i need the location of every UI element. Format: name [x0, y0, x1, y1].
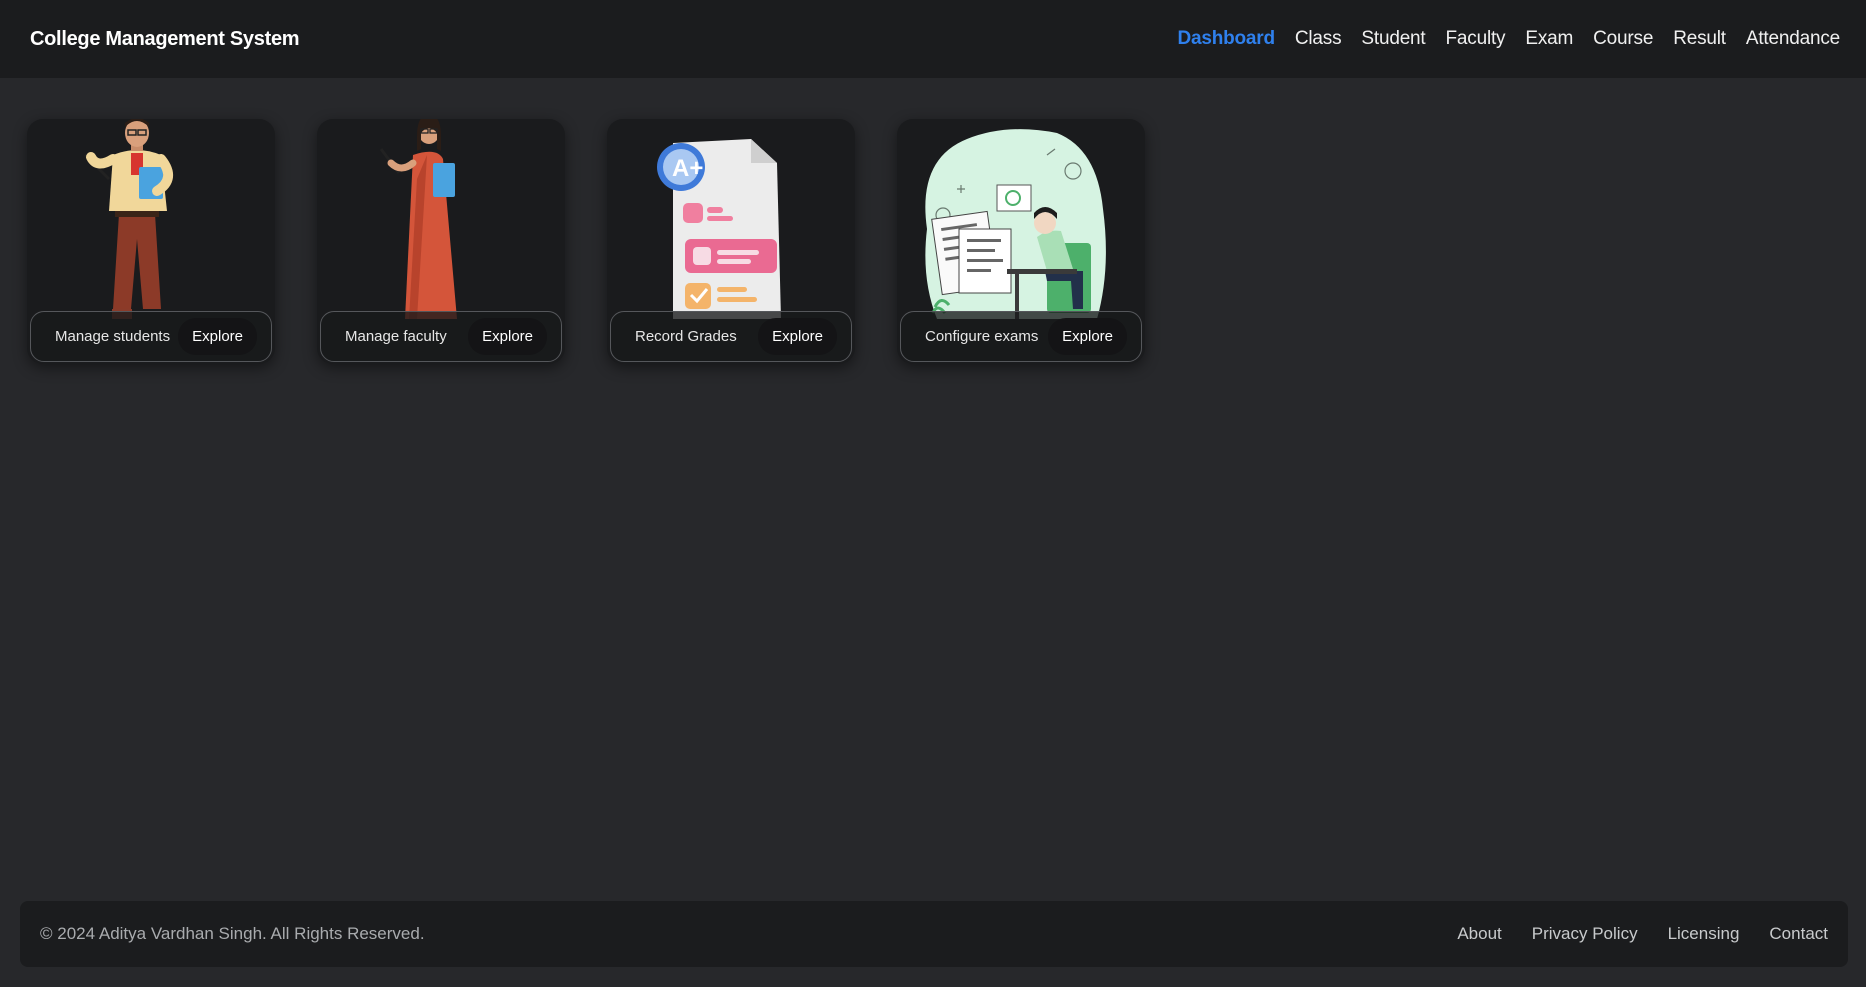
nav-result[interactable]: Result [1673, 28, 1726, 50]
female-teacher-illustration [379, 119, 457, 319]
nav-class[interactable]: Class [1295, 28, 1342, 50]
manage-students-card: Manage students Explore [27, 119, 275, 364]
card-footer: Configure exams Explore [900, 311, 1142, 362]
nav-exam[interactable]: Exam [1525, 28, 1573, 50]
nav-faculty[interactable]: Faculty [1446, 28, 1506, 50]
card-label: Manage students [55, 328, 171, 345]
footer-link-about[interactable]: About [1457, 924, 1501, 944]
manage-faculty-card: Manage faculty Explore [317, 119, 565, 364]
explore-button[interactable]: Explore [758, 318, 837, 355]
top-navbar: College Management System Dashboard Clas… [0, 0, 1866, 78]
explore-button[interactable]: Explore [178, 318, 257, 355]
page-footer: © 2024 Aditya Vardhan Singh. All Rights … [20, 901, 1848, 967]
record-grades-card: A+ Record Grades Explore [607, 119, 855, 364]
nav-dashboard[interactable]: Dashboard [1177, 28, 1275, 50]
card-footer: Manage students Explore [30, 311, 272, 362]
footer-link-licensing[interactable]: Licensing [1668, 924, 1740, 944]
card-label: Manage faculty [345, 328, 447, 345]
main-nav: Dashboard Class Student Faculty Exam Cou… [1177, 28, 1840, 50]
footer-link-contact[interactable]: Contact [1769, 924, 1828, 944]
nav-attendance[interactable]: Attendance [1746, 28, 1840, 50]
app-title: College Management System [30, 27, 300, 50]
card-label: Configure exams [925, 328, 1039, 345]
configure-exams-card: Configure exams Explore [897, 119, 1145, 364]
card-label: Record Grades [635, 328, 737, 345]
card-footer: Manage faculty Explore [320, 311, 562, 362]
male-teacher-illustration [83, 119, 173, 319]
grade-badge: A+ [672, 155, 703, 182]
explore-button[interactable]: Explore [468, 318, 547, 355]
nav-course[interactable]: Course [1593, 28, 1653, 50]
grade-report-illustration: A+ [657, 139, 781, 319]
copyright-text: © 2024 Aditya Vardhan Singh. All Rights … [40, 924, 425, 943]
card-footer: Record Grades Explore [610, 311, 852, 362]
nav-student[interactable]: Student [1361, 28, 1425, 50]
footer-links: About Privacy Policy Licensing Contact [1457, 924, 1828, 944]
dashboard-cards: Manage students Explore Manage faculty E… [27, 119, 1145, 364]
student-exam-illustration [925, 129, 1106, 319]
explore-button[interactable]: Explore [1048, 318, 1127, 355]
footer-link-privacy-policy[interactable]: Privacy Policy [1532, 924, 1638, 944]
